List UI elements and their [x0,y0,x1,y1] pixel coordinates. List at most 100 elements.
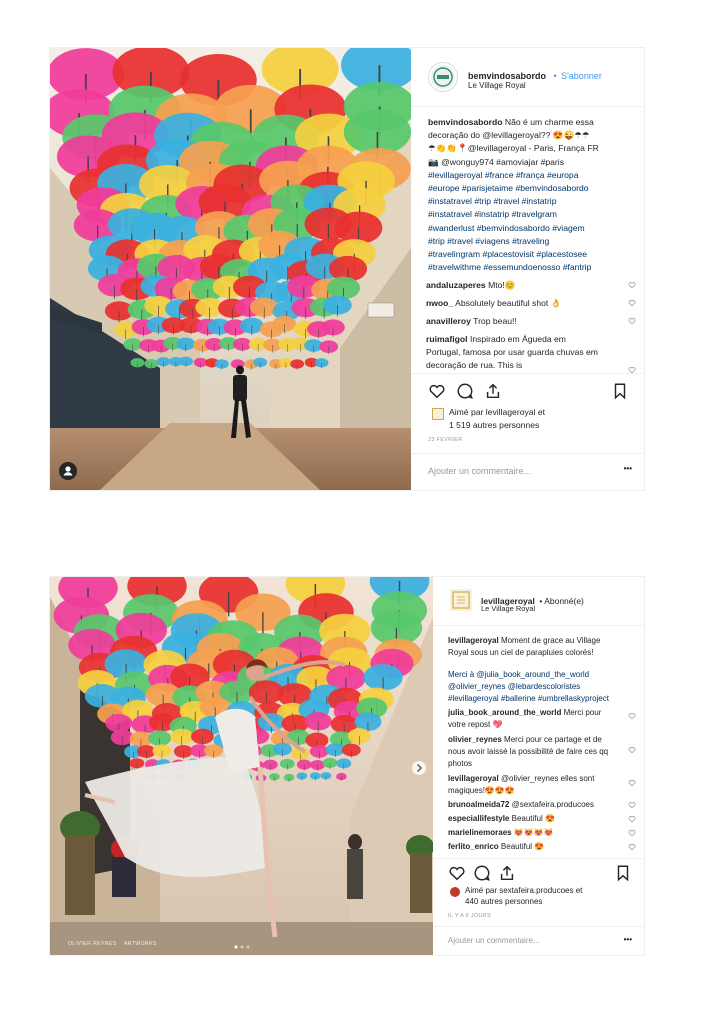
likes-summary[interactable]: Aimé par sextafeira.producoes et 440 aut… [465,885,582,907]
caption-line: ☂👏👏📍@levillageroyal - Paris, França FR [428,143,599,154]
liker-avatar[interactable] [450,887,460,897]
caption-hashtags[interactable]: #europe #parisjetaime #bemvindosabordo [428,182,638,195]
avatar[interactable] [428,62,458,92]
post-2-photo[interactable]: OLIVIER REYNES ARTWORKS [50,577,433,955]
comment-like-icon[interactable] [628,299,636,307]
share-icon[interactable] [484,382,502,400]
comment-text: @sextafeira.producoes [511,800,594,809]
caption-hashtags[interactable]: #travelwithme #essemundoenosso #fantrip [428,261,638,274]
likes-line: 440 autres personnes [465,897,543,906]
comment: ferlito_enrico Beautiful 😍 [448,841,624,853]
comment: marielinemoraes 😻😻😻😻 [448,827,624,839]
add-comment-field[interactable]: Ajouter un commentaire... ••• [433,926,644,956]
comment: andaluzaperes Mto!😊 [426,279,624,292]
likes-summary[interactable]: Aimé par levillageroyal et 1 519 autres … [449,406,545,432]
comment-like-icon[interactable] [628,317,636,325]
caption-hashtags[interactable]: #levillageroyal #france #frança #europa [428,169,638,182]
follow-separator: • [553,71,557,81]
comment-like-icon[interactable] [628,815,636,823]
caption-hashtags[interactable]: #levillageroyal #ballerine #umbrellaskyp… [448,693,633,705]
liker-avatar[interactable] [432,408,444,420]
post-1-header: bemvindosabordo • S'abonner Le Village R… [411,48,644,107]
caption-hashtags[interactable]: #instatravel #instatrip #travelgram [428,208,638,221]
umbrella-alley-photo [50,48,411,490]
caption-mentions[interactable]: @olivier_reynes @lebardescoloristes [448,681,633,693]
post-1-sidebar: bemvindosabordo • S'abonner Le Village R… [411,48,644,490]
comment-text: Trop beau!! [473,316,517,326]
next-photo-button[interactable] [412,761,426,775]
caption-username[interactable]: levillageroyal [448,636,499,645]
post-2-location[interactable]: Le Village Royal [481,604,535,613]
caption-hashtags[interactable]: #wanderlust #bemvindosabordo #viagem [428,222,638,235]
share-icon[interactable] [498,864,516,882]
post-2-caption: levillageroyal Moment de grace au Villag… [448,635,633,705]
ballerina-umbrella-photo [50,577,433,955]
comment-username[interactable]: levillageroyal [448,774,499,783]
add-comment-field[interactable]: Ajouter un commentaire... ••• [411,453,644,490]
chevron-right-icon [417,764,422,772]
caption-line: Não é um charme essa [504,117,594,127]
comment-username[interactable]: julia_book_around_the_world [448,708,561,717]
heart-icon[interactable] [448,864,466,882]
caption-hashtags[interactable]: #travelingram #placestovisit #placestose… [428,248,638,261]
comment-username[interactable]: nwoo_ [426,298,453,308]
post-date[interactable]: IL Y A 8 JOURS [448,913,491,919]
comment-like-icon[interactable] [628,779,636,787]
comment: olivier_reynes Merci pour ce partage et … [448,734,616,770]
photo-watermark: OLIVIER REYNES ARTWORKS [68,941,157,947]
add-comment-placeholder[interactable]: Ajouter un commentaire... [448,936,540,945]
follow-button[interactable]: S'abonner [561,71,602,81]
add-comment-placeholder[interactable]: Ajouter un commentaire... [428,466,531,476]
caption-mentions[interactable]: Merci à @julia_book_around_the_world [448,669,633,681]
post-1-username[interactable]: bemvindosabordo [468,71,546,81]
caption-hashtags[interactable]: #trip #travel #viagens #traveling [428,235,638,248]
user-tag-icon[interactable] [59,462,77,480]
post-1-photo[interactable] [50,48,411,490]
comment-like-icon[interactable] [628,843,636,851]
likes-line: Aimé par sextafeira.producoes et [465,886,583,895]
more-icon[interactable]: ••• [624,935,632,944]
post-1: bemvindosabordo • S'abonner Le Village R… [49,47,645,491]
following-status[interactable]: • Abonné(e) [539,596,584,606]
comment-username[interactable]: anavilleroy [426,316,471,326]
bookmark-icon[interactable] [614,864,632,882]
post-1-location[interactable]: Le Village Royal [468,81,526,90]
comment: anavilleroy Trop beau!! [426,315,624,328]
bookmark-icon[interactable] [611,382,629,400]
comment-like-icon[interactable] [628,281,636,289]
comment-text: Beautiful 😍 [500,842,545,851]
comment-like-icon[interactable] [628,712,636,720]
caption-username[interactable]: bemvindosabordo [428,117,503,127]
comment: brunoalmeida72 @sextafeira.producoes [448,799,624,811]
comment-text: 😻😻😻😻 [513,828,554,837]
post-2-sidebar: levillageroyal • Abonné(e) Le Village Ro… [433,577,644,955]
comment-text: Mto!😊 [488,280,516,290]
heart-icon[interactable] [428,382,446,400]
caption-hashtags[interactable]: #instatravel #trip #travel #instatrip [428,195,638,208]
post-2: OLIVIER REYNES ARTWORKS levillageroyal •… [49,576,645,956]
comment-text: Absolutely beautiful shot 👌 [455,298,562,308]
comment-like-icon[interactable] [628,801,636,809]
comment-username[interactable]: ferlito_enrico [448,842,499,851]
caption-line: Moment de grace au Village [500,636,601,645]
more-icon[interactable]: ••• [624,464,632,473]
comment-username[interactable]: andaluzaperes [426,280,486,290]
post-date[interactable]: 23 FÉVRIER [428,437,462,443]
comment-like-icon[interactable] [628,746,636,754]
comment-username[interactable]: olivier_reynes [448,735,502,744]
comment-username[interactable]: marielinemoraes [448,828,512,837]
comment-icon[interactable] [456,382,474,400]
comment-username[interactable]: especiallifestyle [448,814,509,823]
likes-line: 1 519 autres personnes [449,420,540,430]
comment-icon[interactable] [473,864,491,882]
comment-like-icon[interactable] [628,829,636,837]
comment-username[interactable]: brunoalmeida72 [448,800,509,809]
comment: ruimafigol Inspirado em Águeda em Portug… [426,333,601,373]
post-1-caption: bemvindosabordo Não é um charme essa dec… [428,116,638,274]
likes-line: Aimé par levillageroyal et [449,407,546,417]
comment: especiallifestyle Beautiful 😍 [448,813,624,825]
avatar[interactable] [450,589,472,611]
caption-line: decoração do @levillageroyal?? 😍😜☂☂ [428,130,590,141]
post-2-header: levillageroyal • Abonné(e) Le Village Ro… [433,577,644,626]
comment-username[interactable]: ruimafigol [426,334,468,344]
